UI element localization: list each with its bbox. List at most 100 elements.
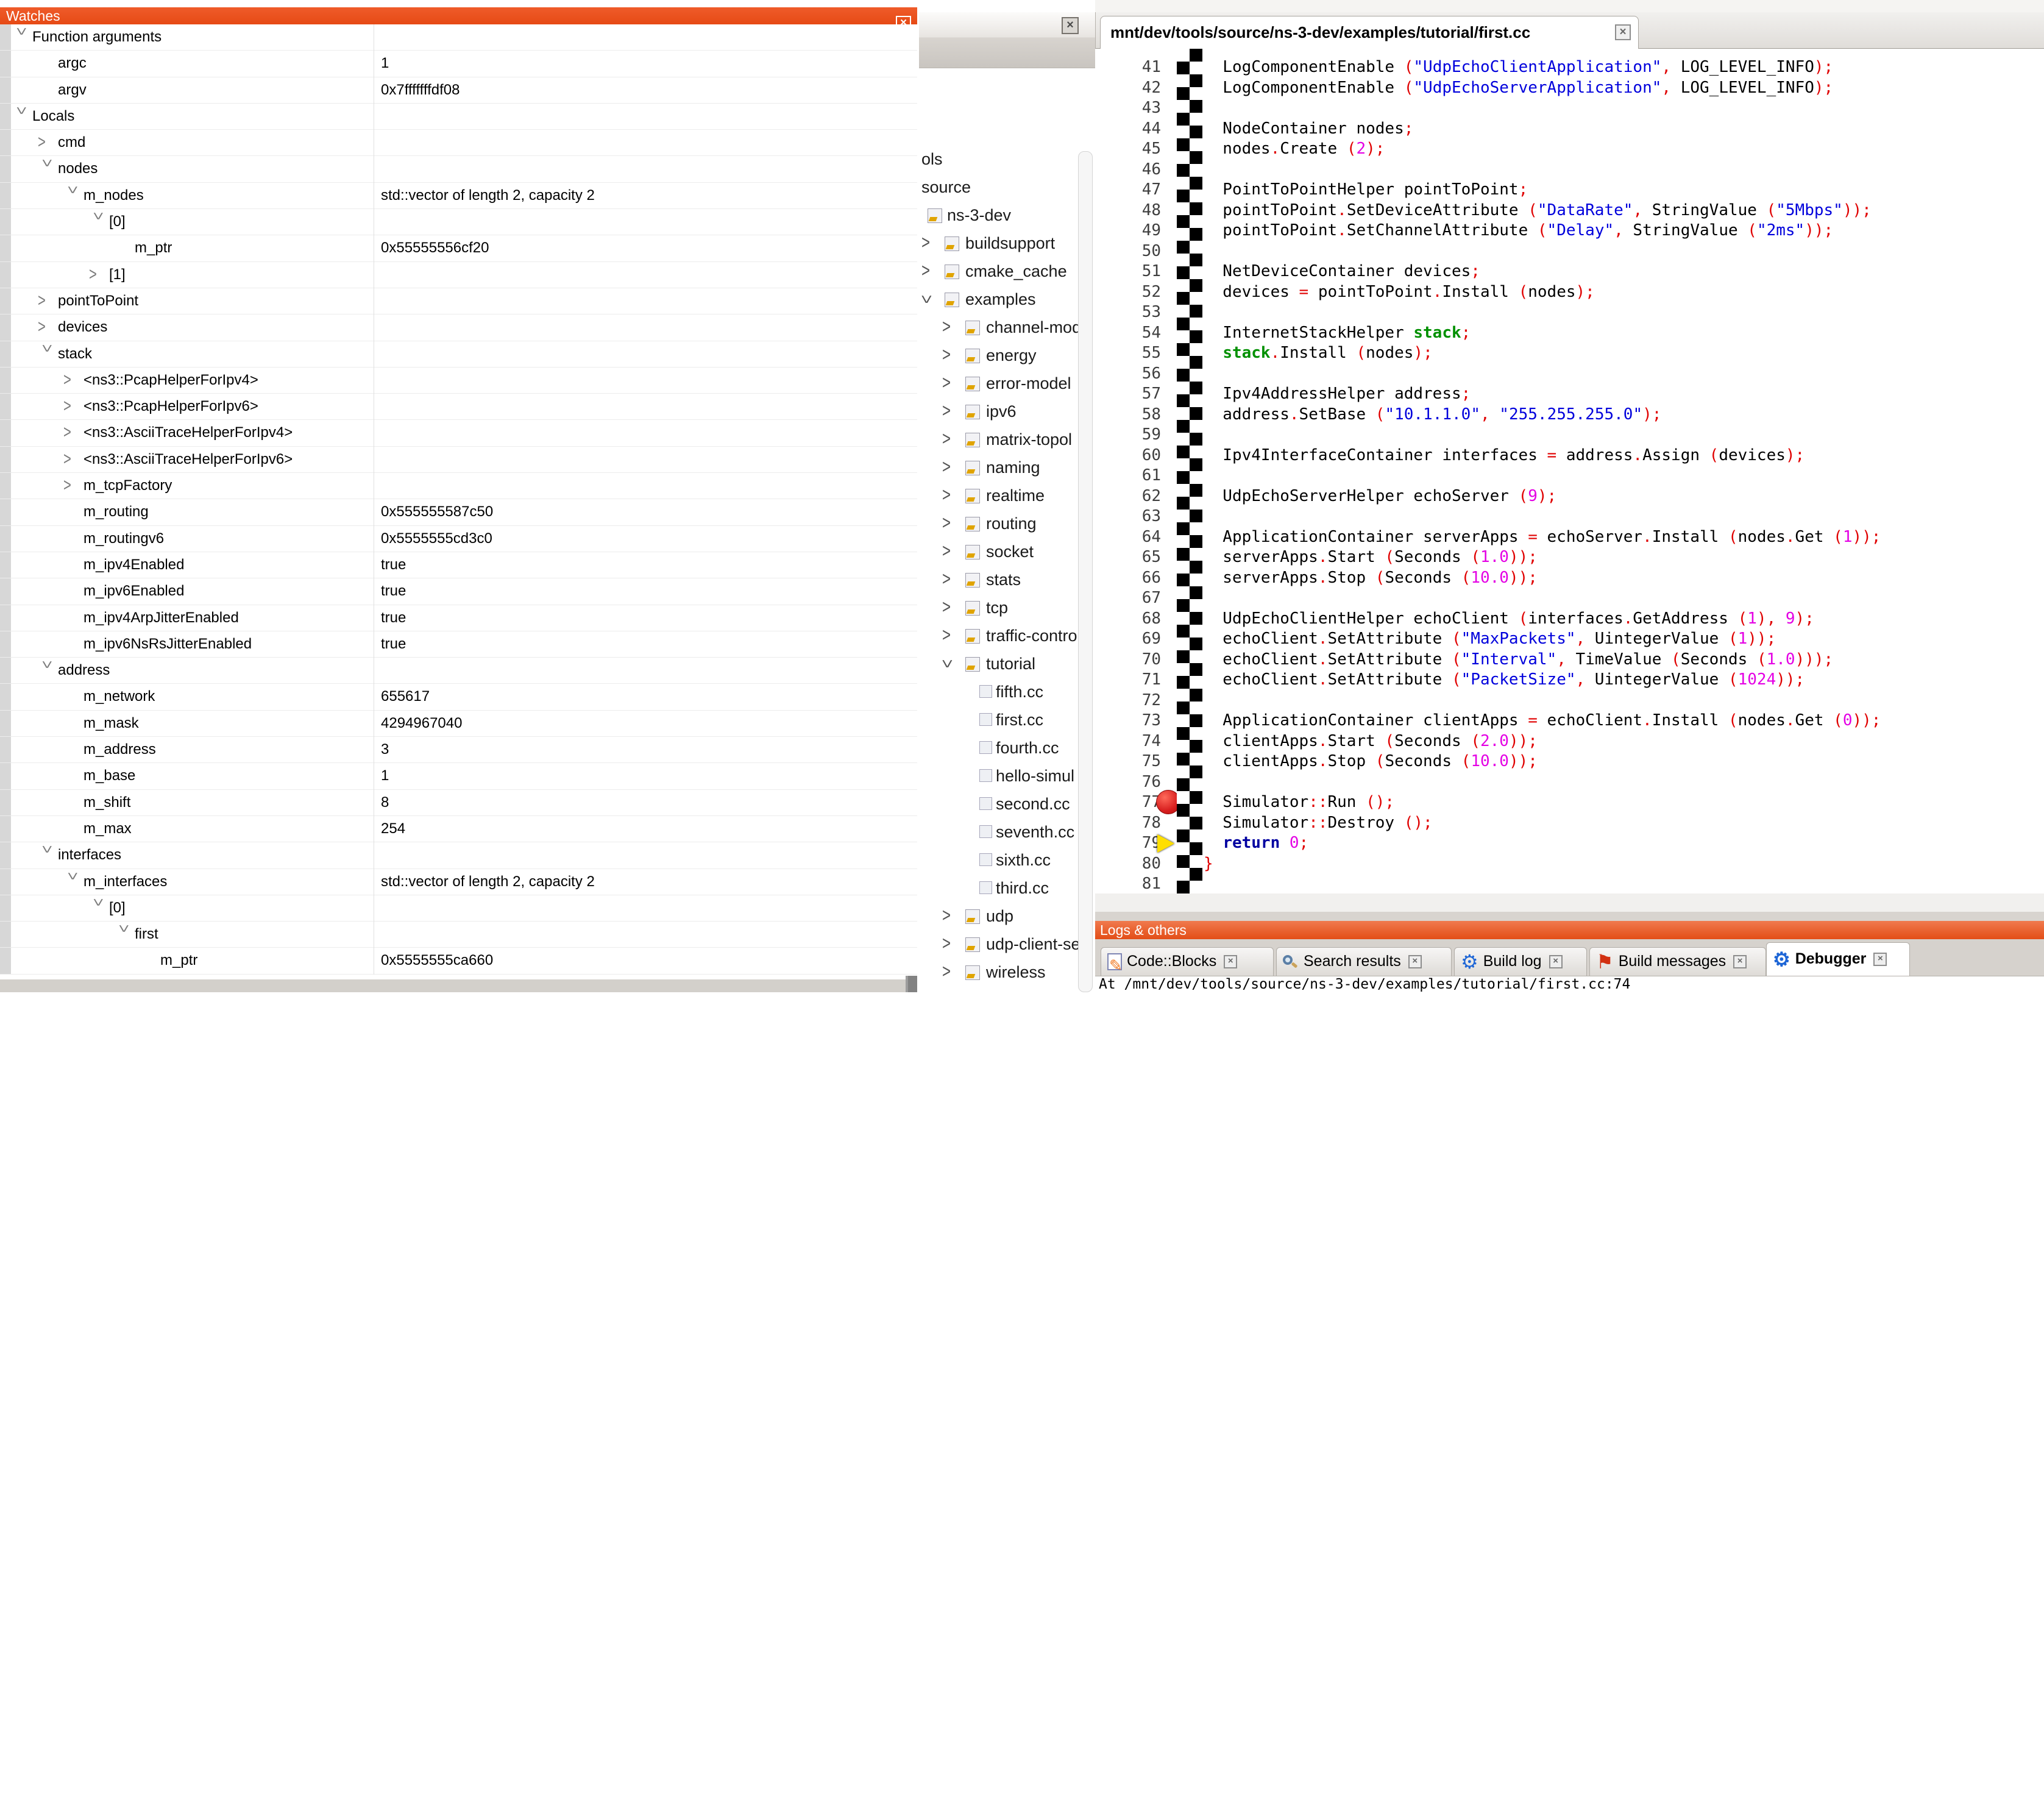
expand-chevron-icon[interactable]: >: [942, 372, 951, 394]
watch-row[interactable]: argv0x7fffffffdf08: [0, 77, 917, 104]
expand-chevron-icon[interactable]: >: [921, 232, 930, 254]
collapse-chevron-icon[interactable]: >: [36, 845, 57, 864]
watch-row[interactable]: >interfaces: [0, 842, 917, 869]
watch-row[interactable]: >[0]: [0, 209, 917, 235]
watch-row[interactable]: >pointToPoint: [0, 288, 917, 314]
code-line-76[interactable]: 76: [1095, 772, 2044, 793]
line-number[interactable]: 54: [1095, 323, 1161, 344]
watch-row[interactable]: >first: [0, 922, 917, 948]
log-tab-build-log[interactable]: ⚙Build log×: [1454, 947, 1587, 976]
project-tree-close-icon[interactable]: ×: [1062, 17, 1079, 34]
watch-row[interactable]: ><ns3::AsciiTraceHelperForIpv6>: [0, 447, 917, 473]
collapse-chevron-icon[interactable]: >: [87, 898, 108, 917]
tree-item-ols[interactable]: ols: [919, 146, 1095, 174]
watch-row[interactable]: m_max254: [0, 816, 917, 842]
code-line-75[interactable]: 75 clientApps.Stop (Seconds (10.0));: [1095, 751, 2044, 772]
line-number[interactable]: 65: [1095, 547, 1161, 568]
tree-item-ipv6[interactable]: >ipv6: [919, 399, 1095, 427]
tree-item-buildsupport[interactable]: >buildsupport: [919, 230, 1095, 258]
expand-chevron-icon[interactable]: >: [942, 961, 951, 983]
expand-chevron-icon[interactable]: >: [942, 569, 951, 591]
expand-chevron-icon[interactable]: >: [89, 263, 107, 285]
code-line-43[interactable]: 43: [1095, 98, 2044, 119]
watch-row[interactable]: >Function arguments: [0, 24, 917, 51]
editor-tab-close-icon[interactable]: ×: [1615, 24, 1631, 40]
expand-chevron-icon[interactable]: >: [942, 513, 951, 535]
tree-item-examples[interactable]: >examples: [919, 286, 1095, 314]
line-number[interactable]: 69: [1095, 629, 1161, 650]
watch-row[interactable]: m_network655617: [0, 684, 917, 710]
watch-row[interactable]: m_ptr0x5555555ca660: [0, 948, 917, 974]
code-line-56[interactable]: 56: [1095, 364, 2044, 385]
line-number[interactable]: 81: [1095, 874, 1161, 893]
editor-horizontal-scrollbar[interactable]: [1095, 893, 2044, 912]
watch-row[interactable]: m_ipv6Enabledtrue: [0, 578, 917, 605]
code-line-81[interactable]: 81: [1095, 874, 2044, 893]
tree-item-udp[interactable]: >udp: [919, 903, 1095, 931]
code-line-63[interactable]: 63: [1095, 506, 2044, 527]
line-number[interactable]: 49: [1095, 221, 1161, 241]
watch-row[interactable]: >devices: [0, 314, 917, 341]
code-line-57[interactable]: 57 Ipv4AddressHelper address;: [1095, 384, 2044, 405]
collapse-chevron-icon[interactable]: >: [113, 925, 134, 943]
line-number[interactable]: 78: [1095, 813, 1161, 834]
code-line-47[interactable]: 47 PointToPointHelper pointToPoint;: [1095, 180, 2044, 201]
code-line-50[interactable]: 50: [1095, 241, 2044, 262]
expand-chevron-icon[interactable]: >: [942, 400, 951, 422]
code-line-45[interactable]: 45 nodes.Create (2);: [1095, 139, 2044, 160]
line-number[interactable]: 62: [1095, 486, 1161, 507]
code-line-49[interactable]: 49 pointToPoint.SetChannelAttribute ("De…: [1095, 221, 2044, 241]
line-number[interactable]: 41: [1095, 57, 1161, 78]
line-number[interactable]: 64: [1095, 527, 1161, 548]
code-line-55[interactable]: 55 stack.Install (nodes);: [1095, 343, 2044, 364]
line-number[interactable]: 67: [1095, 588, 1161, 609]
watch-row[interactable]: m_ipv4Enabledtrue: [0, 552, 917, 578]
tree-item-third-cc[interactable]: third.cc: [919, 875, 1095, 903]
code-line-77[interactable]: 77 Simulator::Run ();: [1095, 792, 2044, 813]
tree-item-seventh-cc[interactable]: seventh.cc: [919, 819, 1095, 847]
code-line-65[interactable]: 65 serverApps.Start (Seconds (1.0));: [1095, 547, 2044, 568]
collapse-chevron-icon[interactable]: >: [36, 661, 57, 679]
expand-chevron-icon[interactable]: >: [942, 597, 951, 619]
code-line-67[interactable]: 67: [1095, 588, 2044, 609]
line-number[interactable]: 77: [1095, 792, 1161, 813]
code-line-78[interactable]: 78 Simulator::Destroy ();: [1095, 813, 2044, 834]
expand-chevron-icon[interactable]: >: [942, 428, 951, 450]
collapse-chevron-icon[interactable]: >: [919, 295, 937, 304]
log-tab-debugger[interactable]: ⚙Debugger×: [1766, 942, 1910, 976]
expand-chevron-icon[interactable]: >: [63, 396, 82, 417]
tree-item-tutorial[interactable]: >tutorial: [919, 651, 1095, 679]
expand-chevron-icon[interactable]: >: [921, 260, 930, 282]
watch-row[interactable]: >[1]: [0, 262, 917, 288]
expand-chevron-icon[interactable]: >: [63, 474, 82, 496]
tree-item-first-cc[interactable]: first.cc: [919, 707, 1095, 735]
watch-row[interactable]: >m_interfacesstd::vector of length 2, ca…: [0, 869, 917, 895]
code-line-48[interactable]: 48 pointToPoint.SetDeviceAttribute ("Dat…: [1095, 201, 2044, 221]
tree-item-stats[interactable]: >stats: [919, 567, 1095, 595]
line-number[interactable]: 68: [1095, 609, 1161, 630]
watch-row[interactable]: >Locals: [0, 104, 917, 130]
expand-chevron-icon[interactable]: >: [942, 933, 951, 955]
expand-chevron-icon[interactable]: >: [942, 316, 951, 338]
watch-row[interactable]: >[0]: [0, 895, 917, 922]
code-line-79[interactable]: 79 return 0;: [1095, 833, 2044, 854]
line-number[interactable]: 73: [1095, 711, 1161, 731]
log-tab-build-messages[interactable]: ⚑Build messages×: [1589, 947, 1766, 976]
tree-item-energy[interactable]: >energy: [919, 343, 1095, 371]
collapse-chevron-icon[interactable]: >: [36, 344, 57, 363]
code-line-73[interactable]: 73 ApplicationContainer clientApps = ech…: [1095, 711, 2044, 731]
line-number[interactable]: 44: [1095, 119, 1161, 140]
code-line-64[interactable]: 64 ApplicationContainer serverApps = ech…: [1095, 527, 2044, 548]
collapse-chevron-icon[interactable]: >: [87, 212, 108, 230]
expand-chevron-icon[interactable]: >: [63, 422, 82, 443]
code-line-42[interactable]: 42 LogComponentEnable ("UdpEchoServerApp…: [1095, 78, 2044, 99]
watch-row[interactable]: ><ns3::PcapHelperForIpv6>: [0, 394, 917, 420]
editor-tab-first-cc[interactable]: mnt/dev/tools/source/ns-3-dev/examples/t…: [1100, 16, 1639, 49]
line-number[interactable]: 60: [1095, 446, 1161, 466]
watch-row[interactable]: >m_tcpFactory: [0, 473, 917, 499]
code-line-41[interactable]: 41 LogComponentEnable ("UdpEchoClientApp…: [1095, 57, 2044, 78]
collapse-chevron-icon[interactable]: >: [62, 872, 83, 890]
line-number[interactable]: 50: [1095, 241, 1161, 262]
watch-row[interactable]: m_ipv4ArpJitterEnabledtrue: [0, 605, 917, 631]
code-line-62[interactable]: 62 UdpEchoServerHelper echoServer (9);: [1095, 486, 2044, 507]
